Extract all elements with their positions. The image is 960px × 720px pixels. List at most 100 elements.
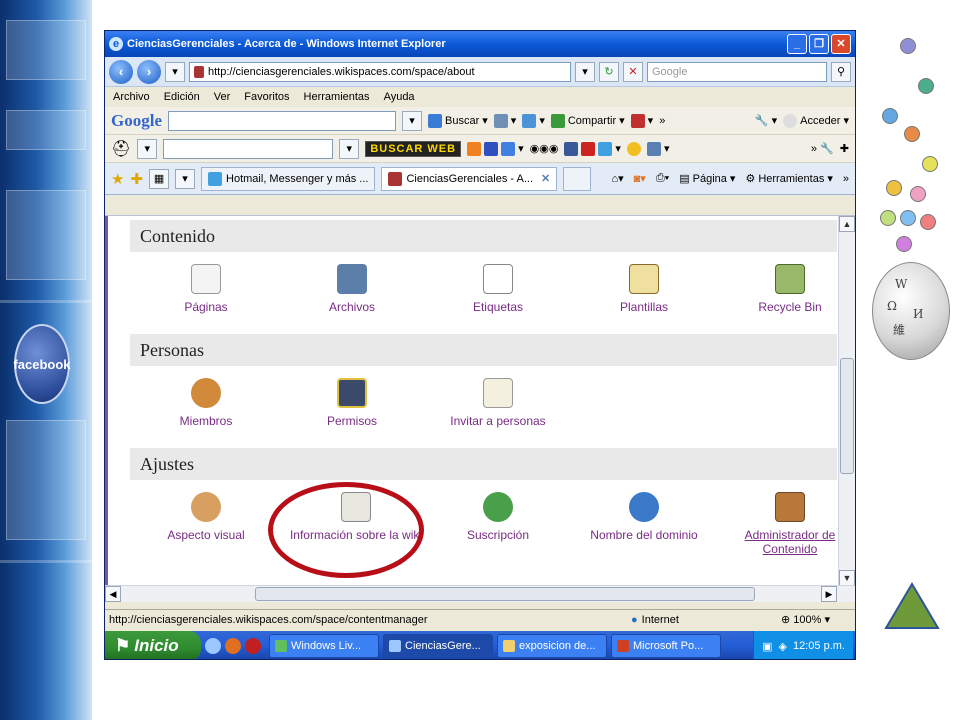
buscar-button[interactable]: Buscar ▾ — [428, 113, 488, 128]
menu-archivo[interactable]: Archivo — [113, 91, 150, 103]
minimize-button[interactable]: _ — [787, 34, 807, 54]
ask-logo-dropdown[interactable]: ▾ — [137, 138, 158, 159]
horizontal-scroll-thumb[interactable] — [255, 587, 755, 601]
horizontal-scrollbar[interactable]: ◀ ▶ — [105, 585, 855, 602]
menu-edicion[interactable]: Edición — [164, 91, 200, 103]
scroll-left-icon[interactable]: ◀ — [105, 586, 121, 602]
weather-button[interactable] — [626, 141, 641, 156]
puzzle-bubble-icon — [896, 236, 912, 252]
media-player-button[interactable]: ◉◉◉ — [530, 142, 559, 155]
ie-quicklaunch-icon[interactable] — [205, 638, 221, 654]
favorites-star-icon[interactable]: ★ — [111, 170, 124, 188]
zoom-control[interactable]: ⊕ 100% ▾ — [781, 613, 851, 626]
tab-cienciasgerenciales[interactable]: CienciasGerenciales - A... ✕ — [381, 166, 558, 191]
scroll-right-icon[interactable]: ▶ — [821, 586, 837, 602]
more-commands-icon[interactable]: » — [843, 173, 849, 185]
opera-quicklaunch-icon[interactable] — [245, 638, 261, 654]
menu-ver[interactable]: Ver — [214, 91, 231, 103]
settings-wrench-button[interactable]: 🔧 ▾ — [755, 114, 777, 127]
acceder-button[interactable]: Acceder ▾ — [783, 113, 849, 128]
left-decorative-strip: facebook — [0, 0, 92, 720]
toolbar-options-button[interactable]: ▾ — [493, 113, 516, 128]
miembros-link[interactable]: Miembros — [146, 378, 266, 428]
more-tools-button[interactable]: » — [659, 115, 665, 127]
permisos-link[interactable]: Permisos — [292, 378, 412, 428]
refresh-button[interactable]: ↻ — [599, 61, 619, 82]
puzzle-bubble-icon — [880, 210, 896, 226]
address-dropdown[interactable]: ▾ — [575, 61, 595, 82]
print-icon[interactable]: ⎙▾ — [656, 172, 669, 185]
recent-pages-dropdown[interactable]: ▾ — [165, 61, 185, 82]
clock[interactable]: 12:05 p.m. — [793, 640, 845, 652]
search-icon[interactable]: ⚲ — [831, 61, 851, 82]
compartir-button[interactable]: Compartir ▾ — [550, 113, 625, 128]
next-slide-triangle-button[interactable] — [884, 582, 940, 630]
suscripcion-link[interactable]: Suscripción — [438, 492, 558, 542]
feeds-icon[interactable]: ◙▾ — [634, 172, 646, 185]
task-windows-live[interactable]: Windows Liv... — [269, 634, 379, 658]
new-tab-button[interactable] — [563, 166, 592, 191]
restore-button[interactable]: ❐ — [809, 34, 829, 54]
buscar-web-button[interactable]: BUSCAR WEB — [365, 140, 462, 157]
pagina-menu[interactable]: ▤ Página ▾ — [679, 172, 735, 186]
ask-tools-button[interactable]: ▾ — [467, 141, 524, 156]
bookmark-add-button[interactable]: ▾ — [522, 113, 545, 128]
vertical-scrollbar[interactable]: ▲ ▼ — [838, 216, 855, 586]
invitar-personas-link[interactable]: Invitar a personas — [438, 378, 558, 428]
start-button[interactable]: ⚑ Inicio — [105, 631, 201, 659]
herramientas-menu[interactable]: ⚙ Herramientas ▾ — [745, 172, 832, 186]
menu-herramientas[interactable]: Herramientas — [304, 91, 370, 103]
menu-favoritos[interactable]: Favoritos — [244, 91, 289, 103]
ask-search-input[interactable] — [163, 138, 334, 159]
google-logo: Google — [111, 110, 162, 130]
task-powerpoint[interactable]: Microsoft Po... — [611, 634, 721, 658]
ask-search-dropdown[interactable]: ▾ — [339, 138, 360, 159]
informacion-wiki-label: Información sobre la wiki — [289, 528, 423, 542]
antivirus-icon[interactable]: ◈ — [779, 640, 787, 653]
scroll-down-icon[interactable]: ▼ — [839, 570, 855, 586]
puzzle-bubble-icon — [900, 38, 916, 54]
add-toolbar-button[interactable]: ✚ — [840, 142, 849, 155]
ask-more-button[interactable]: » 🔧 — [811, 142, 834, 155]
back-button[interactable]: ‹ — [109, 59, 133, 84]
nombre-dominio-link[interactable]: Nombre del dominio — [584, 492, 704, 542]
forward-button[interactable]: › — [137, 59, 161, 84]
firefox-quicklaunch-icon[interactable] — [225, 638, 241, 654]
google-search-dropdown[interactable]: ▾ — [402, 110, 422, 131]
network-icon[interactable]: ▣ — [762, 640, 772, 653]
social-links-button[interactable]: ▾ — [564, 141, 621, 156]
task-ciencias[interactable]: CienciasGere... — [383, 634, 493, 658]
ask-logo-icon[interactable]: ⛑ — [111, 139, 131, 159]
paginas-link[interactable]: Páginas — [146, 264, 266, 314]
search-input[interactable]: Google — [647, 61, 827, 82]
tab-hotmail[interactable]: Hotmail, Messenger y más ... — [201, 166, 376, 191]
informacion-wiki-link[interactable]: Información sobre la wiki — [284, 492, 428, 542]
scroll-up-icon[interactable]: ▲ — [839, 216, 855, 232]
google-search-input[interactable] — [168, 110, 396, 131]
add-favorites-icon[interactable]: ✚ — [130, 170, 143, 188]
youtube-icon — [581, 141, 596, 156]
popup-blocker-button[interactable]: ▾ — [630, 113, 653, 128]
task-exposicion[interactable]: exposicion de... — [497, 634, 607, 658]
pagina-label: Página — [692, 172, 727, 185]
archivos-link[interactable]: Archivos — [292, 264, 412, 314]
tags-icon — [483, 264, 513, 294]
etiquetas-link[interactable]: Etiquetas — [438, 264, 558, 314]
stop-button[interactable]: ✕ — [623, 61, 643, 82]
quick-tabs-button[interactable]: ▦ — [149, 168, 170, 189]
plantillas-link[interactable]: Plantillas — [584, 264, 704, 314]
tab-label: CienciasGerenciales - A... — [406, 172, 534, 185]
screen-button[interactable]: ▾ — [646, 141, 669, 156]
facebook-badge[interactable]: facebook — [13, 324, 71, 404]
recycle-bin-link[interactable]: Recycle Bin — [730, 264, 837, 314]
aspecto-visual-link[interactable]: Aspecto visual — [146, 492, 266, 542]
home-icon[interactable]: ⌂▾ — [611, 172, 623, 185]
vertical-scroll-thumb[interactable] — [840, 358, 854, 474]
tab-list-dropdown[interactable]: ▾ — [175, 168, 196, 189]
administrador-contenido-link[interactable]: Administrador de Contenido — [730, 492, 837, 556]
close-tab-icon[interactable]: ✕ — [541, 172, 550, 185]
decor-stripe — [0, 560, 92, 563]
address-input[interactable]: http://cienciasgerenciales.wikispaces.co… — [189, 61, 571, 82]
menu-ayuda[interactable]: Ayuda — [384, 91, 415, 103]
close-button[interactable]: ✕ — [831, 34, 851, 54]
